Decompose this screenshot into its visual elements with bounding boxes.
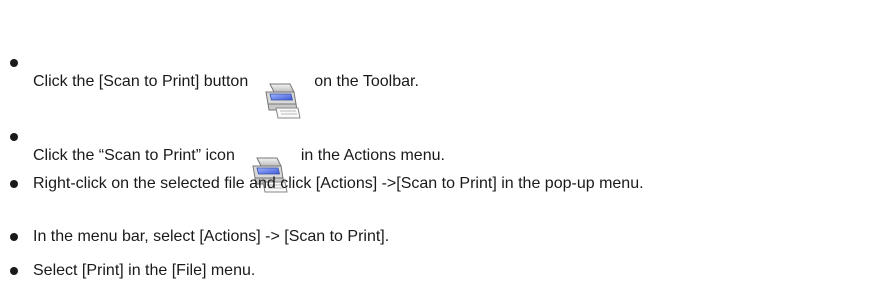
- list-item: Right-click on the selected file and cli…: [10, 173, 870, 194]
- scan-to-print-icon: [247, 112, 289, 193]
- list-item: Click the [Scan to Print] button on the …: [10, 52, 870, 119]
- item-text-before: Click the “Scan to Print” icon: [33, 147, 235, 164]
- item-text: Right-click on the selected file and cli…: [33, 175, 644, 192]
- list-item: Select [Print] in the [File] menu.: [10, 260, 870, 281]
- item-text: In the menu bar, select [Actions] -> [Sc…: [33, 228, 390, 245]
- bullet: [10, 133, 18, 141]
- list-item-text: Click the [Scan to Print] button on the …: [33, 52, 870, 119]
- bullet: [10, 59, 18, 67]
- list-item-text: Select [Print] in the [File] menu.: [33, 260, 870, 281]
- instructions-list: Click the [Scan to Print] button on the …: [0, 0, 885, 295]
- item-text-after: in the Actions menu.: [300, 147, 445, 164]
- scan-to-print-icon: [260, 38, 302, 119]
- item-text-after: on the Toolbar.: [314, 73, 419, 90]
- bullet: [10, 267, 18, 275]
- item-text-before: Click the [Scan to Print] button: [33, 73, 249, 90]
- item-text: Select [Print] in the [File] menu.: [33, 262, 256, 279]
- bullet: [10, 180, 18, 188]
- list-item: In the menu bar, select [Actions] -> [Sc…: [10, 226, 870, 247]
- list-item: Click the “Scan to Print” icon in the Ac…: [10, 126, 870, 193]
- bullet: [10, 233, 18, 241]
- list-item-text: Right-click on the selected file and cli…: [33, 173, 870, 194]
- list-item-text: In the menu bar, select [Actions] -> [Sc…: [33, 226, 870, 247]
- list-item-text: Click the “Scan to Print” icon in the Ac…: [33, 126, 870, 193]
